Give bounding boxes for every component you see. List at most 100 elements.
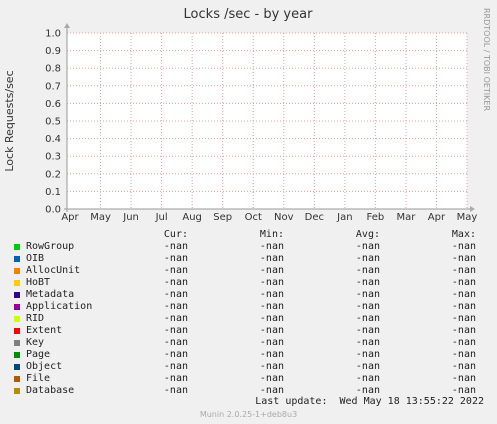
legend-avg-value: -nan: [355, 301, 380, 312]
legend-cur-value: -nan: [163, 289, 188, 300]
legend-min-value: -nan: [259, 349, 284, 360]
legend-min-value: -nan: [259, 277, 284, 288]
y-axis-label: Lock Requests/sec: [3, 70, 16, 171]
y-tick-label: 0.2: [45, 169, 61, 180]
legend-cur-value: -nan: [163, 241, 188, 252]
x-tick-label: Aug: [182, 212, 202, 223]
legend-min-value: -nan: [259, 241, 284, 252]
legend-avg-value: -nan: [355, 337, 380, 348]
legend-cur-value: -nan: [163, 277, 188, 288]
chart-graph: 0.0 0.1 0.2 0.3 0.4 0.5 0.6 0.7 0.8 0.9 1.0 Apr May…: [3, 7, 491, 223]
legend-max-value: -nan: [451, 277, 476, 288]
legend-row: OIB -nan -nan -nan -nan: [0, 253, 497, 265]
y-tick-label: 0.0: [45, 205, 61, 216]
x-tick-label: Oct: [245, 212, 262, 223]
x-tick-label: Dec: [305, 212, 324, 223]
x-tick-label: Mar: [396, 212, 416, 223]
munin-version: Munin 2.0.25-1+deb8u3: [199, 410, 298, 419]
legend-row: AllocUnit -nan -nan -nan -nan: [0, 265, 497, 277]
legend-min-value: -nan: [259, 313, 284, 324]
legend-min-value: -nan: [259, 361, 284, 372]
legend-min-value: -nan: [259, 337, 284, 348]
legend-swatch: [14, 280, 20, 286]
legend-max-value: -nan: [451, 373, 476, 384]
legend-min-value: -nan: [259, 265, 284, 276]
legend-avg-value: -nan: [355, 325, 380, 336]
y-tick-label: 0.7: [45, 81, 61, 92]
header-min: Min:: [259, 229, 284, 240]
legend-cur-value: -nan: [163, 313, 188, 324]
legend-avg-value: -nan: [355, 241, 380, 252]
legend-max-value: -nan: [451, 337, 476, 348]
y-tick-label: 0.3: [45, 152, 61, 163]
legend-max-value: -nan: [451, 253, 476, 264]
legend-max-value: -nan: [451, 301, 476, 312]
legend-row: HoBT -nan -nan -nan -nan: [0, 277, 497, 289]
legend-series-name: HoBT: [26, 277, 51, 288]
legend-min-value: -nan: [259, 325, 284, 336]
legend-row: Object -nan -nan -nan -nan: [0, 361, 497, 373]
y-axis-arrow: [64, 23, 70, 28]
legend-series-name: Extent: [26, 325, 63, 336]
legend: Cur: Min: Avg: Max: RowGroup -nan -nan -nan…: [0, 229, 497, 397]
legend-swatch: [14, 340, 20, 346]
legend-min-value: -nan: [259, 373, 284, 384]
y-tick-label: 0.6: [45, 99, 61, 110]
header-max: Max:: [451, 229, 476, 240]
legend-series-name: AllocUnit: [26, 265, 81, 276]
y-tick-label: 0.8: [45, 64, 61, 75]
legend-min-value: -nan: [259, 301, 284, 312]
legend-max-value: -nan: [451, 241, 476, 252]
legend-series-name: RowGroup: [26, 241, 75, 252]
legend-swatch: [14, 244, 20, 250]
legend-max-value: -nan: [451, 349, 476, 360]
legend-rows: RowGroup -nan -nan -nan -nan OIB -nan -nan -nan -…: [0, 241, 497, 397]
legend-cur-value: -nan: [163, 337, 188, 348]
legend-swatch: [14, 304, 20, 310]
legend-row: Page -nan -nan -nan -nan: [0, 349, 497, 361]
legend-max-value: -nan: [451, 313, 476, 324]
legend-avg-value: -nan: [355, 253, 380, 264]
legend-max-value: -nan: [451, 361, 476, 372]
legend-max-value: -nan: [451, 325, 476, 336]
x-tick-label: Apr: [61, 212, 79, 223]
x-tick-label: Sep: [213, 212, 232, 223]
x-tick-label: May: [457, 212, 478, 223]
legend-row: RID -nan -nan -nan -nan: [0, 313, 497, 325]
y-tick-labels: 0.0 0.1 0.2 0.3 0.4 0.5 0.6 0.7 0.8 0.9 1.0: [45, 29, 61, 216]
legend-cur-value: -nan: [163, 253, 188, 264]
legend-swatch: [14, 388, 20, 394]
legend-avg-value: -nan: [355, 265, 380, 276]
legend-series-name: Key: [26, 337, 45, 348]
legend-cur-value: -nan: [163, 301, 188, 312]
legend-swatch: [14, 376, 20, 382]
legend-avg-value: -nan: [355, 313, 380, 324]
legend-row: Application -nan -nan -nan -nan: [0, 301, 497, 313]
x-tick-label: Apr: [428, 212, 446, 223]
legend-header: Cur: Min: Avg: Max:: [0, 229, 497, 241]
legend-avg-value: -nan: [355, 349, 380, 360]
legend-series-name: Page: [26, 349, 51, 360]
header-cur: Cur:: [163, 229, 188, 240]
y-tick-label: 0.5: [45, 117, 61, 128]
x-tick-label: May: [90, 212, 111, 223]
legend-series-name: File: [26, 373, 51, 384]
legend-swatch: [14, 352, 20, 358]
legend-cur-value: -nan: [163, 361, 188, 372]
legend-cur-value: -nan: [163, 349, 188, 360]
legend-swatch: [14, 364, 20, 370]
y-tick-label: 1.0: [45, 29, 61, 40]
legend-row: RowGroup -nan -nan -nan -nan: [0, 241, 497, 253]
legend-series-name: Application: [26, 301, 93, 312]
legend-avg-value: -nan: [355, 373, 380, 384]
legend-row: Metadata -nan -nan -nan -nan: [0, 289, 497, 301]
legend-cur-value: -nan: [163, 265, 188, 276]
legend-avg-value: -nan: [355, 289, 380, 300]
chart-title: Locks /sec - by year: [184, 7, 314, 22]
legend-cur-value: -nan: [163, 325, 188, 336]
x-tick-label: Feb: [367, 212, 385, 223]
x-tick-label: Jun: [122, 212, 139, 223]
legend-swatch: [14, 328, 20, 334]
legend-series-name: Object: [26, 361, 63, 372]
legend-max-value: -nan: [451, 289, 476, 300]
